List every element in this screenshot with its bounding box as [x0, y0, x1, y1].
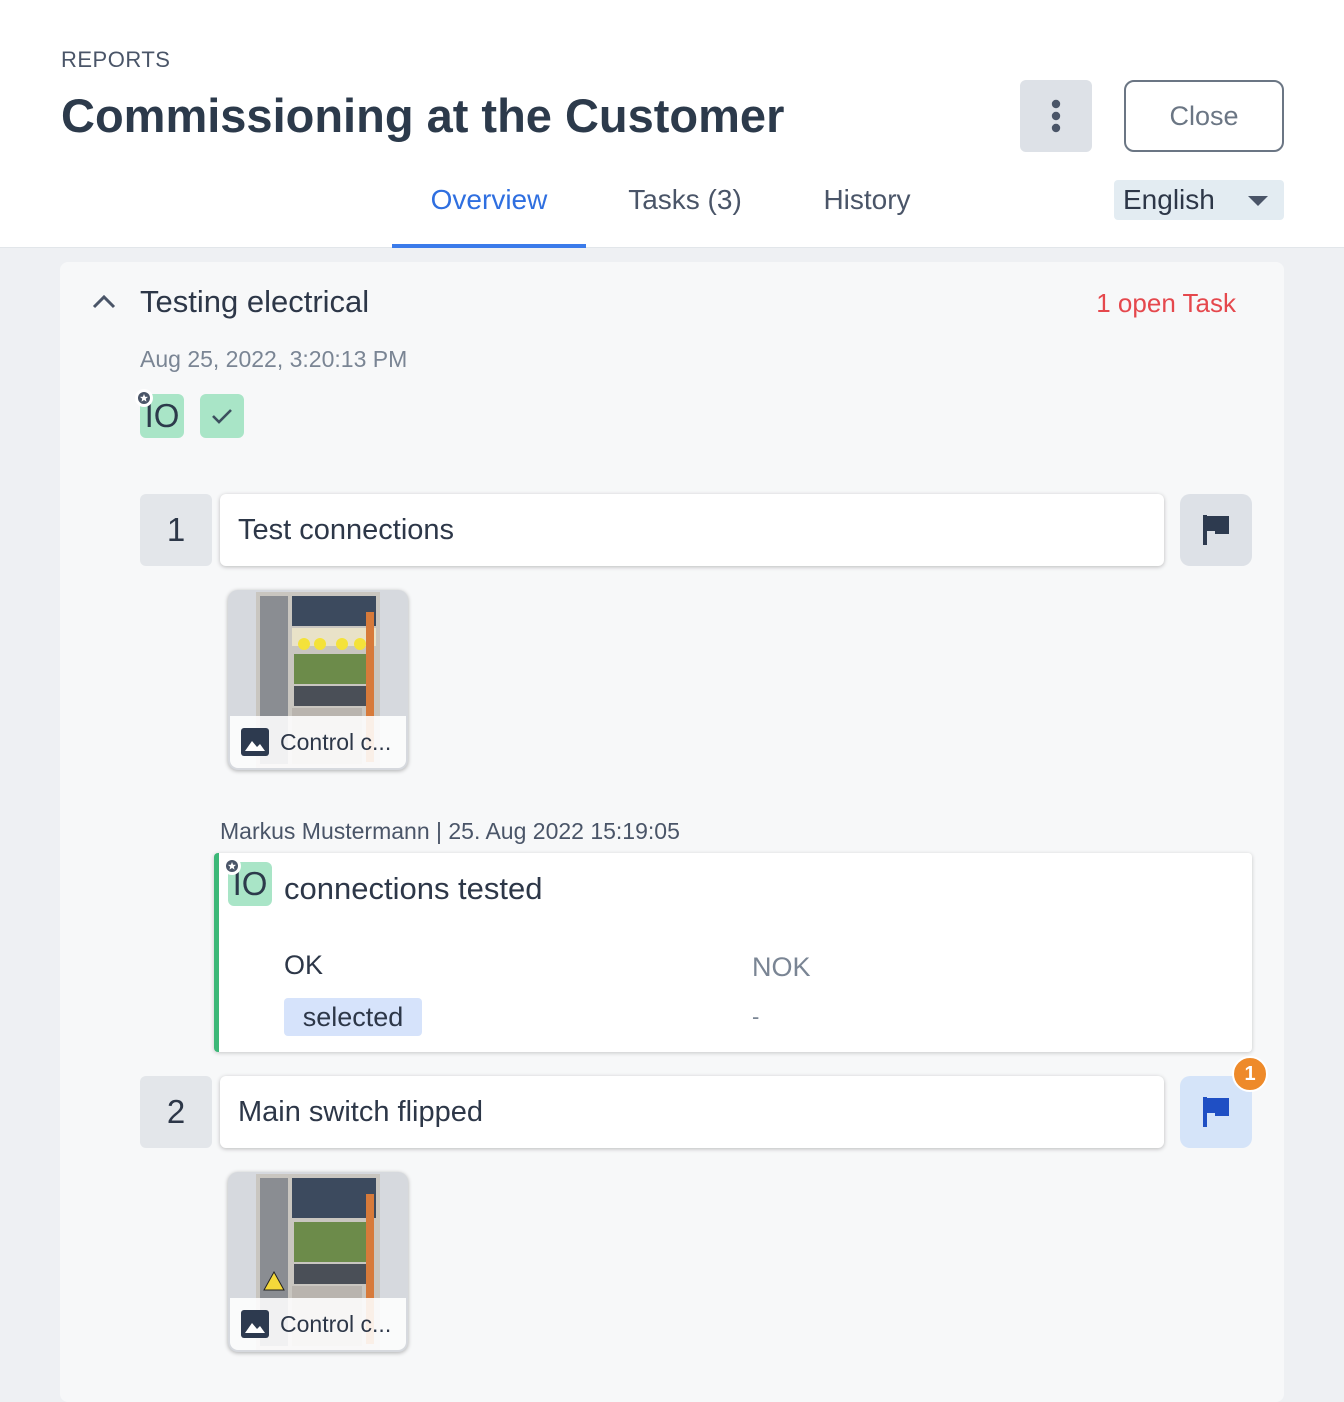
tab-history[interactable]: History: [784, 170, 950, 248]
check-icon: [212, 409, 232, 424]
nok-value: -: [752, 1004, 760, 1029]
more-vertical-icon: [1051, 99, 1061, 133]
tab-tasks[interactable]: Tasks (3): [586, 170, 784, 248]
chevron-up-icon[interactable]: [90, 288, 118, 316]
attachment-caption: Control c...: [230, 1298, 406, 1350]
page-header: REPORTS Commissioning at the Customer Cl…: [0, 0, 1344, 248]
flag-icon: [1203, 1097, 1229, 1127]
tab-overview[interactable]: Overview: [392, 170, 586, 248]
chevron-down-icon: [1248, 196, 1268, 206]
task-item[interactable]: Test connections: [220, 494, 1164, 566]
nok-label: NOK: [752, 952, 811, 982]
result-title: connections tested: [284, 871, 543, 906]
more-options-button[interactable]: [1020, 80, 1092, 152]
attachment-thumbnail[interactable]: Control c...: [228, 590, 408, 770]
notification-badge: 1: [1232, 1056, 1268, 1092]
tab-bar: Overview Tasks (3) History: [392, 170, 950, 248]
task-number: 2: [140, 1076, 212, 1148]
star-icon: [135, 389, 153, 407]
close-button[interactable]: Close: [1124, 80, 1284, 152]
ok-selected-value: selected: [284, 998, 422, 1036]
attachment-caption: Control c...: [230, 716, 406, 768]
flag-icon: [1203, 515, 1229, 545]
ok-label: OK: [284, 950, 324, 980]
language-value: English: [1123, 184, 1215, 215]
star-icon: [223, 857, 241, 875]
result-author: Markus Mustermann | 25. Aug 2022 15:19:0…: [220, 818, 680, 844]
image-icon: [241, 1310, 269, 1338]
image-icon: [241, 728, 269, 756]
flag-button[interactable]: [1180, 494, 1252, 566]
breadcrumb[interactable]: REPORTS: [61, 47, 170, 73]
section-date: Aug 25, 2022, 3:20:13 PM: [140, 346, 408, 372]
task-item[interactable]: Main switch flipped: [220, 1076, 1164, 1148]
attachment-name: Control c...: [280, 1310, 392, 1337]
language-select[interactable]: English: [1114, 180, 1284, 220]
section-title: Testing electrical: [140, 284, 370, 319]
attachment-name: Control c...: [280, 728, 392, 755]
page-title: Commissioning at the Customer: [61, 89, 785, 142]
open-task-count[interactable]: 1 open Task: [1096, 288, 1236, 319]
attachment-thumbnail[interactable]: Control c...: [228, 1172, 408, 1352]
check-badge: [200, 394, 244, 438]
task-number: 1: [140, 494, 212, 566]
